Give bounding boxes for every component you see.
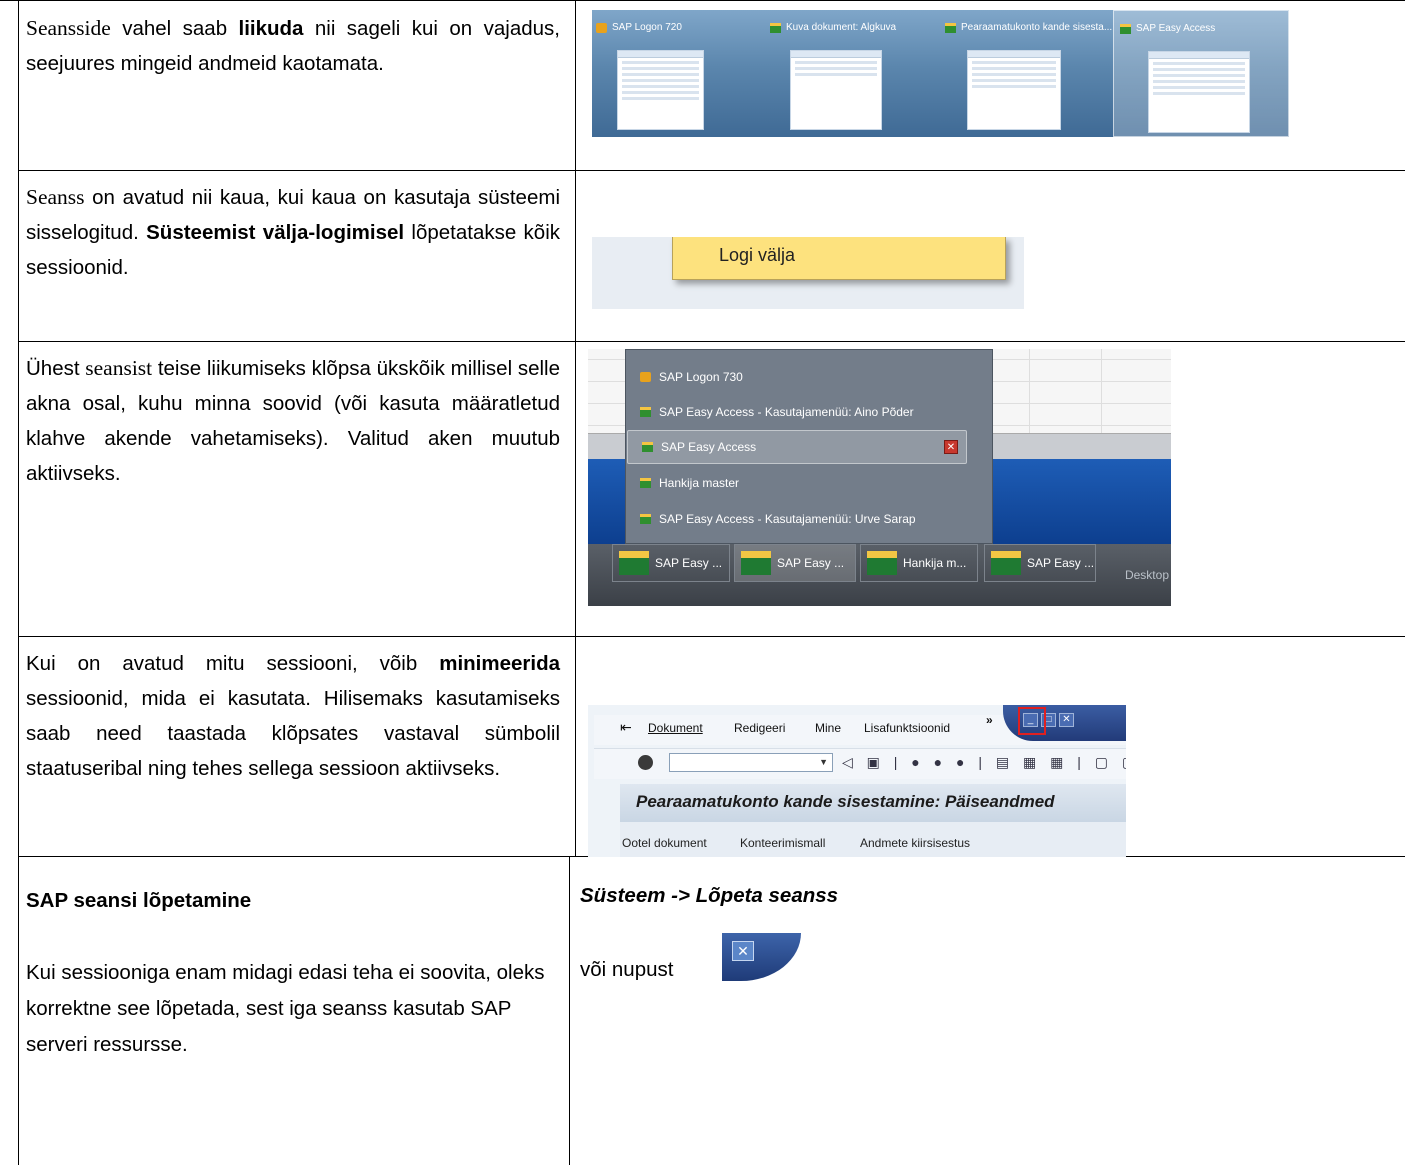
window-item: Hankija master [640, 472, 739, 494]
taskbar-button: Hankija m... [860, 544, 978, 582]
row4-text: Kui on avatud mitu sessiooni, võib minim… [26, 652, 560, 780]
sap-window-icon [640, 478, 651, 488]
sap-window-icon [619, 551, 649, 575]
window-switch-screenshot: SAP Logon 730 SAP Easy Access - Kasutaja… [588, 349, 1171, 606]
taskbar-button: SAP Easy ... [984, 544, 1096, 582]
enter-check-icon [638, 755, 653, 770]
taskbar-previews-screenshot: SAP Logon 720 Kuva dokument: Algkuva Pea… [592, 10, 1289, 137]
table-row-divider-3 [18, 636, 1405, 637]
sap-toolbar: ▼ ◁ ▣ | ● ● ● | ▤ ▦ ▦ | ▢ ▢ [594, 748, 1126, 779]
row5-right-heading: Süsteem -> Lõpeta seanss [580, 884, 839, 907]
row4-bold: minimeerida [439, 652, 560, 675]
sap-window-icon [640, 407, 651, 417]
window-item: SAP Easy Access - Kasutajamenüü: Urve Sa… [640, 508, 916, 530]
windows-taskbar: SAP Easy ... SAP Easy ... Hankija m... S… [588, 544, 1171, 606]
close-icon: ✕ [1059, 713, 1074, 727]
sap-screen-title: Pearaamatukonto kande sisestamine: Päise… [620, 784, 1126, 822]
thumbnail-pearaamatukonto: Pearaamatukonto kande sisesta... [937, 10, 1112, 137]
window-list-popup: SAP Logon 730 SAP Easy Access - Kasutaja… [625, 349, 993, 544]
thumbnail-sap-easy-access: SAP Easy Access [1113, 10, 1289, 137]
toolbar-icons: ◁ ▣ | ● ● ● | ▤ ▦ ▦ | ▢ ▢ [842, 754, 1126, 770]
table-row-divider-1 [18, 170, 1405, 171]
sap-window-icon [991, 551, 1021, 575]
sap-window-icon [867, 551, 897, 575]
sap-window-icon [640, 514, 651, 524]
table-column-divider-lower [569, 856, 570, 1165]
window-item: SAP Logon 730 [640, 366, 743, 388]
taskbar-button: SAP Easy ... [612, 544, 730, 582]
table-row-divider-2 [18, 341, 1405, 342]
close-icon: ✕ [944, 440, 958, 454]
logout-screenshot: Logi välja [592, 237, 1024, 309]
sap-window-icon [945, 22, 956, 33]
sap-window-icon [642, 442, 653, 452]
menu-redigeeri: Redigeeri [734, 721, 786, 735]
sap-gui-screenshot: ⇤ Dokument Redigeeri Mine Lisafunktsioon… [588, 705, 1126, 857]
sap-window-icon [1120, 23, 1131, 34]
overflow-icon: » [986, 713, 993, 727]
taskbar-button-active: SAP Easy ... [734, 544, 856, 582]
command-field: ▼ [669, 753, 833, 772]
row3-text: Ühest seansist teise liikumiseks klõpsa … [26, 356, 560, 485]
thumbnail-sap-logon: SAP Logon 720 [592, 10, 760, 137]
row1-bold: liikuda [238, 17, 304, 40]
minimize-highlight [1018, 707, 1046, 735]
window-item-selected: SAP Easy Access ✕ [627, 430, 967, 464]
sap-logon-icon [640, 372, 651, 382]
table-border-left [18, 0, 19, 1165]
sap-close-button-image: ✕ [722, 933, 801, 981]
thumbnail-kuva-dokument: Kuva dokument: Algkuva [762, 10, 937, 137]
row2-text: Seanss on avatud nii kaua, kui kaua on k… [26, 185, 561, 279]
row5-right-text: või nupust [580, 958, 674, 981]
window-item: SAP Easy Access - Kasutajamenüü: Aino Põ… [640, 401, 914, 423]
menu-mine: Mine [815, 721, 842, 735]
row1-text: Seansside vahel saab liikuda nii sageli … [26, 16, 560, 75]
table-border-top [0, 0, 1405, 1]
menu-lisafunktsioonid: Lisafunktsioonid [864, 721, 951, 735]
row2-lead: Seanss [26, 185, 85, 209]
row2-bold: Süsteemist välja-logimisel [146, 221, 405, 244]
logout-menu-item: Logi välja [672, 237, 1006, 280]
sap-logon-icon [596, 22, 607, 33]
chevron-down-icon: ▼ [819, 757, 828, 767]
menu-dokument: Dokument [648, 721, 703, 735]
table-column-divider-upper [575, 0, 576, 856]
exit-icon: ⇤ [620, 719, 632, 735]
row1-lead: Seansside [26, 16, 111, 40]
close-icon: ✕ [732, 941, 754, 961]
row5-text: Kui sessiooniga enam midagi edasi teha e… [26, 961, 545, 1056]
row5-heading: SAP seansi lõpetamine [26, 889, 252, 912]
sap-window-icon [770, 22, 781, 33]
desktop-label: Desktop [1124, 568, 1169, 582]
sap-window-icon [741, 551, 771, 575]
sap-app-toolbar: Ootel dokument Konteerimismall Andmete k… [620, 822, 1126, 857]
